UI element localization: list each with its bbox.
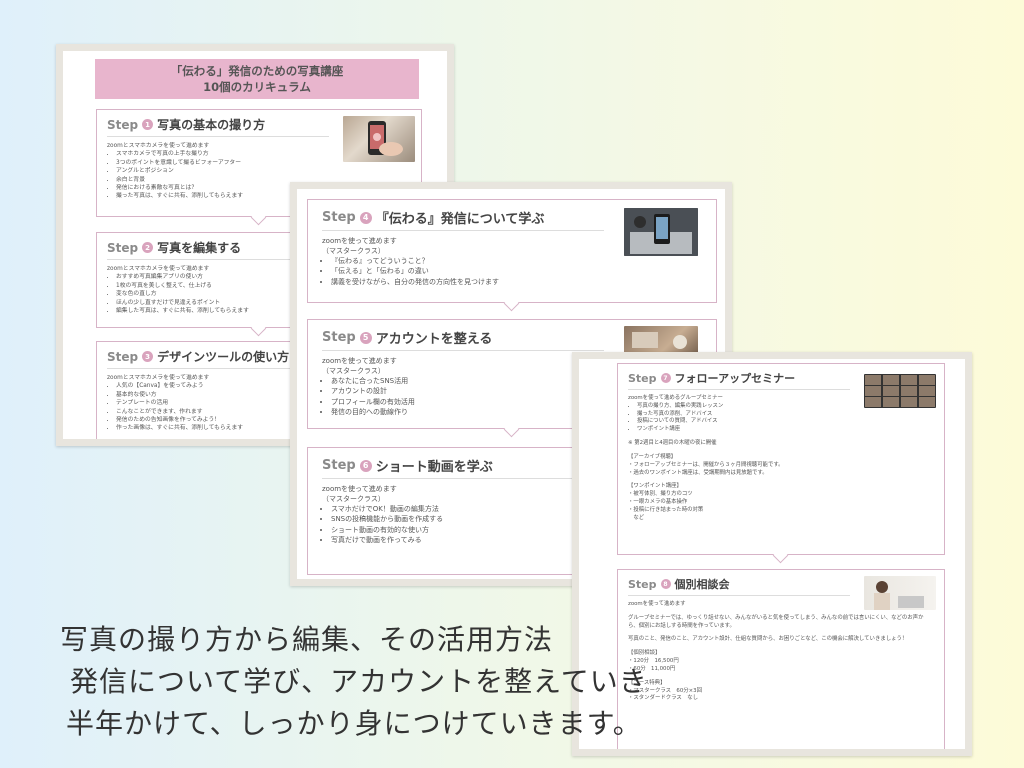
step-title: 個別相談会 (674, 578, 730, 591)
step-title: デザインツールの使い方 (157, 350, 290, 364)
step-number-badge: 8 (660, 579, 671, 589)
step-title: 写真を編集する (157, 241, 242, 255)
list-item: 「伝える」と「伝わる」の違い (331, 266, 702, 276)
step-8-card: Step 8 個別相談会 zoomを使って進めます グループセミナーでは、ゆっく… (617, 569, 945, 749)
step-7-card: Step 7 フォローアップセミナー zoomを使って進めるグループセミナー 写… (617, 363, 945, 555)
step-label: Step (628, 577, 657, 591)
step-item-list: 『伝わる』ってどういうこと？ 「伝える」と「伝わる」の違い 講義を受けながら、自… (322, 256, 702, 286)
course-text: ・マスタークラス 60分×3回 ・スタンダードクラス なし (628, 687, 702, 702)
step-title: フォローアップセミナー (674, 372, 796, 385)
list-item: 講義を受けながら、自分の発信の方向性を見つけます (331, 277, 702, 287)
phone-photo-icon (368, 121, 403, 156)
step-title: ショート動画を学ぶ (375, 460, 493, 475)
step-number-badge: 5 (359, 331, 372, 344)
step-label: Step (322, 210, 356, 225)
caption-line-2: 発信について学び、アカウントを整えていき (70, 665, 648, 698)
step-title: 『伝わる』発信について学ぶ (375, 212, 545, 227)
step-number-badge: 3 (142, 351, 154, 362)
header-title: 「伝わる」発信のための写真講座 (170, 64, 344, 78)
step-label: Step (322, 330, 356, 345)
step-label: Step (322, 458, 356, 473)
step-number-badge: 2 (142, 242, 154, 253)
step-label: Step (107, 117, 139, 132)
list-item: 『伝わる』ってどういうこと？ (331, 256, 702, 266)
header-subtitle: 10個のカリキュラム (203, 80, 311, 94)
caption-line-1: 写真の撮り方から編集、その活用方法 (60, 623, 554, 656)
archive-heading: 【アーカイブ視聴】 (628, 453, 677, 460)
header-band: 「伝わる」発信のための写真講座 10個のカリキュラム (95, 59, 419, 99)
fee-text: ・120分 16,500円 ・60分 11,000円 (628, 658, 679, 672)
archive-text: ・フォローアップセミナーは、開催から３ヶ月間視聴可能です。 ・過去のワンポイント… (628, 461, 784, 476)
step-label: Step (107, 240, 139, 255)
consult-paragraph-2: 写真のこと、発信のこと、アカウント設計、仕組な質問から、お困りごとなど、この機会… (628, 636, 908, 643)
woman-laptop-icon (874, 581, 924, 610)
step-number-badge: 7 (660, 373, 671, 383)
phone-photo-thumbnail (343, 116, 415, 162)
consult-paragraph-1: グループセミナーでは、ゆっくり話せない、みんながいると気を使ってしまう、みんなの… (628, 614, 924, 629)
fee-heading: 【個別相談】 (628, 650, 661, 657)
video-call-icon (865, 375, 935, 407)
schedule-note: ※ 第2週目と4週目の木曜の夜に開催 (628, 440, 717, 447)
course-heading: 【コース特典】 (628, 679, 666, 686)
list-item: アングルとポジション (116, 167, 411, 175)
list-item: ワンポイント講座 (637, 426, 934, 434)
caption-line-3: 半年かけて、しっかり身につけていきます。 (66, 707, 642, 740)
onepoint-text: ・被写体別、撮り方のコツ ・一眼カメラの基本操作 ・投稿に行き詰まった時の対策 … (628, 491, 704, 521)
step-number-badge: 6 (359, 459, 372, 472)
step-title: アカウントを整える (375, 332, 493, 347)
step-label: Step (107, 349, 139, 364)
laptop-icon (624, 208, 698, 256)
step-label: Step (628, 371, 657, 385)
step-4-card: Step 4 『伝わる』発信について学ぶ zoomを使って進めます （マスターク… (307, 199, 717, 303)
video-call-grid-thumbnail (864, 374, 936, 408)
step-number-badge: 1 (142, 119, 154, 130)
step-number-badge: 4 (359, 211, 372, 224)
woman-laptop-thumbnail (864, 576, 936, 610)
step-title: 写真の基本の撮り方 (157, 118, 266, 132)
list-item: 投稿についての質問、アドバイス (637, 418, 934, 426)
laptop-thumbnail (624, 208, 698, 256)
